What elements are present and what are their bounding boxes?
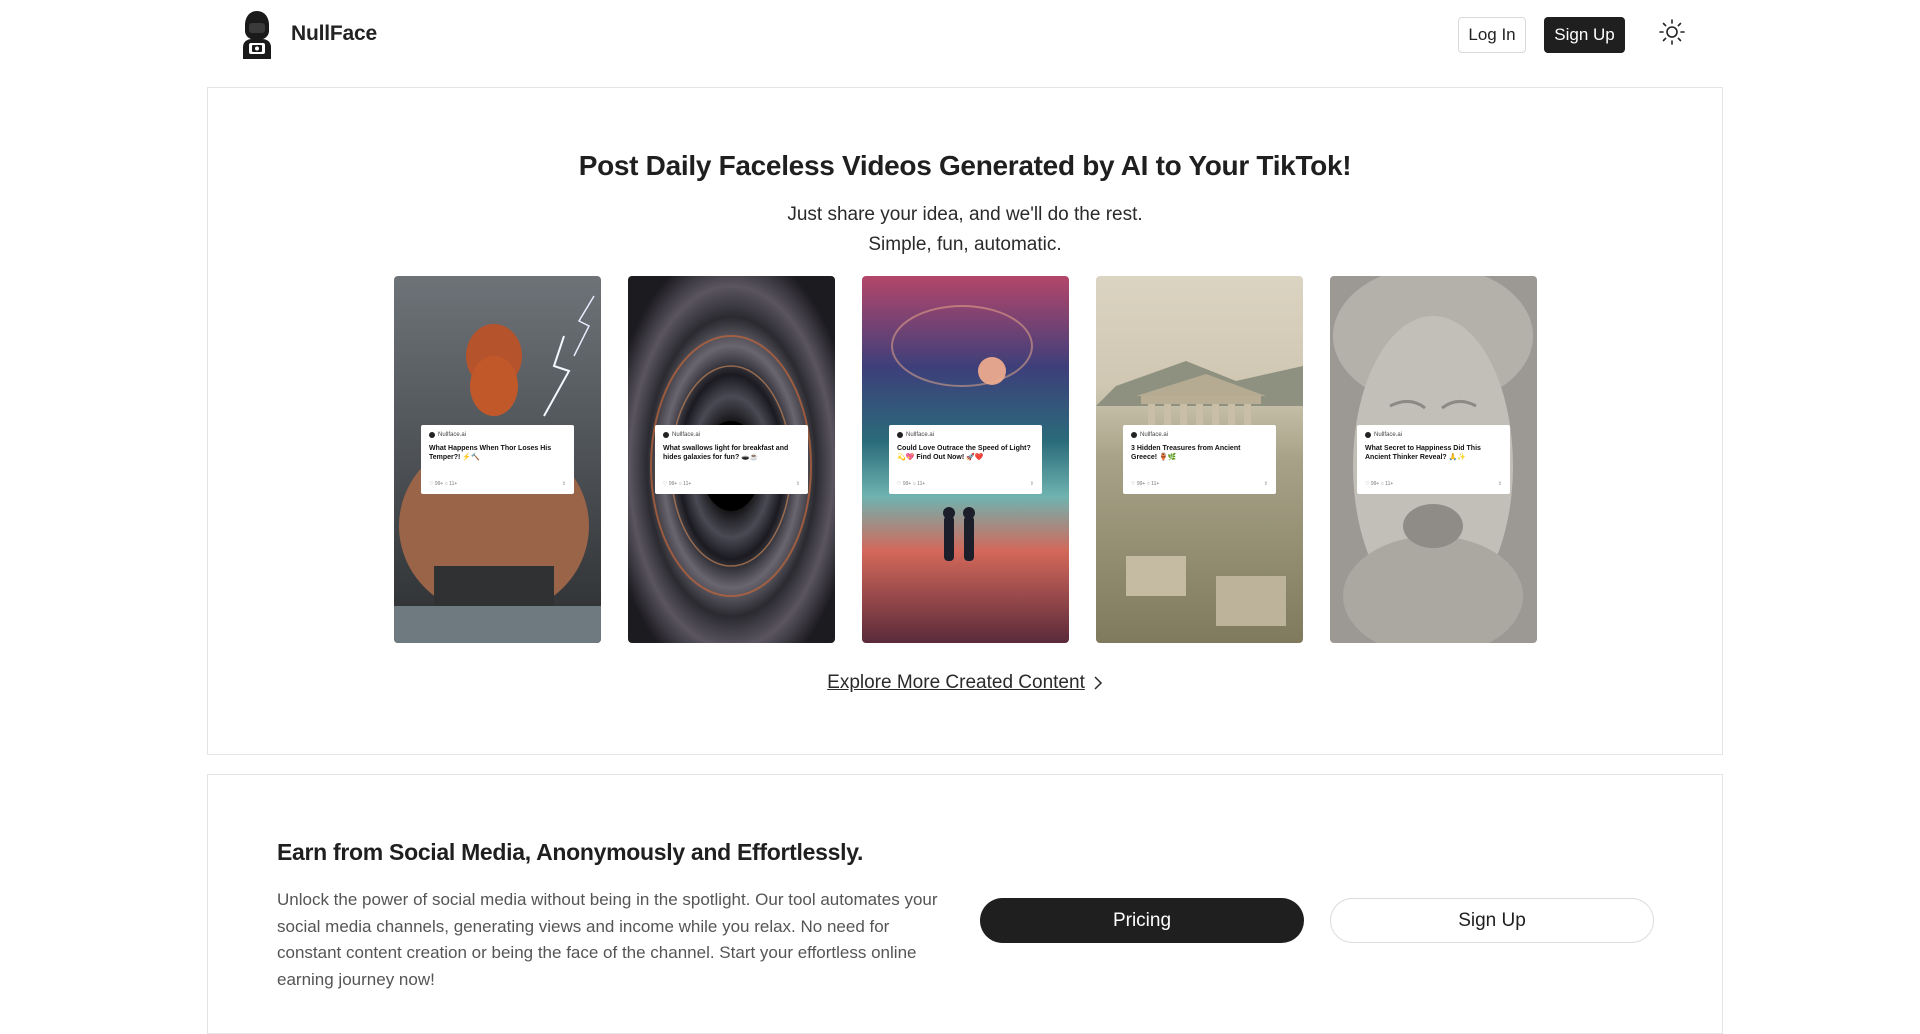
explore-more-label: Explore More Created Content [827,672,1085,693]
likes-count: 99+ [1370,481,1380,487]
channel-avatar-icon [429,432,435,438]
heart-icon: ♡ [429,481,434,487]
caption-source: Nullface.ai [1140,432,1169,438]
explore-section: Explore More Created Content [208,672,1722,694]
video-caption-card: Nullface.ai What Secret to Happiness Did… [1357,425,1510,494]
caption-stats: ♡ 99+ ○ 11+ ⇪ [1131,481,1268,487]
signup-button-cta[interactable]: Sign Up [1330,898,1654,943]
likes-count: 99+ [1136,481,1146,487]
chevron-right-icon [1094,676,1102,690]
video-thumbnail-statue[interactable]: Nullface.ai What Secret to Happiness Did… [1330,276,1537,643]
caption-text: 3 Hidden Treasures from Ancient Greece! … [1131,445,1241,461]
video-thumbnail-cosmos[interactable]: Nullface.ai Could Love Outrace the Speed… [862,276,1069,643]
video-caption-card: Nullface.ai Could Love Outrace the Speed… [889,425,1042,494]
channel-avatar-icon [897,432,903,438]
signup-button-header[interactable]: Sign Up [1544,17,1625,53]
heart-icon: ♡ [663,481,668,487]
hero-section: Post Daily Faceless Videos Generated by … [207,87,1723,755]
comments-count: 11+ [1385,481,1394,487]
video-thumbnail-blackhole[interactable]: Nullface.ai What swallows light for brea… [628,276,835,643]
heart-icon: ♡ [1131,481,1136,487]
video-thumbnail-greece[interactable]: Nullface.ai 3 Hidden Treasures from Anci… [1096,276,1303,643]
likes-count: 99+ [668,481,678,487]
channel-avatar-icon [1365,432,1371,438]
comments-count: 11+ [1151,481,1160,487]
login-button[interactable]: Log In [1458,17,1526,53]
comment-icon: ○ [444,481,448,487]
caption-source: Nullface.ai [1374,432,1403,438]
caption-stats: ♡ 99+ ○ 11+ ⇪ [897,481,1034,487]
share-icon: ⇪ [1263,481,1268,487]
caption-source: Nullface.ai [906,432,935,438]
channel-avatar-icon [1131,432,1137,438]
earn-title: Earn from Social Media, Anonymously and … [277,839,864,865]
sun-icon[interactable] [1658,18,1686,46]
caption-stats: ♡ 99+ ○ 11+ ⇪ [1365,481,1502,487]
comments-count: 11+ [449,481,458,487]
caption-stats: ♡ 99+ ○ 11+ ⇪ [429,481,566,487]
caption-text: Could Love Outrace the Speed of Light? 💫… [897,445,1031,461]
brand-link[interactable]: NullFace [237,9,377,59]
heart-icon: ♡ [1365,481,1370,487]
caption-text: What swallows light for breakfast and hi… [663,445,789,461]
hero-subtitle-line-2: Simple, fun, automatic. [868,234,1062,255]
comment-icon: ○ [1146,481,1150,487]
hooded-figure-logo-icon [243,11,271,59]
brand-name: NullFace [291,22,377,45]
video-caption-card: Nullface.ai What Happens When Thor Loses… [421,425,574,494]
hero-subtitle-line-1: Just share your idea, and we'll do the r… [787,204,1143,225]
comment-icon: ○ [1380,481,1384,487]
top-navbar: NullFace Log In Sign Up [0,0,1920,70]
heart-icon: ♡ [897,481,902,487]
comments-count: 11+ [683,481,692,487]
video-caption-card: Nullface.ai 3 Hidden Treasures from Anci… [1123,425,1276,494]
video-caption-card: Nullface.ai What swallows light for brea… [655,425,808,494]
share-icon: ⇪ [795,481,800,487]
earn-section: Earn from Social Media, Anonymously and … [207,774,1723,1034]
caption-source: Nullface.ai [672,432,701,438]
video-gallery: Nullface.ai What Happens When Thor Loses… [394,276,1537,643]
explore-more-link[interactable]: Explore More Created Content [827,672,1103,694]
comments-count: 11+ [917,481,926,487]
caption-text: What Happens When Thor Loses His Temper?… [429,445,552,461]
caption-text: What Secret to Happiness Did This Ancien… [1365,445,1481,461]
hero-title: Post Daily Faceless Videos Generated by … [578,150,1352,181]
video-thumbnail-thor[interactable]: Nullface.ai What Happens When Thor Loses… [394,276,601,643]
share-icon: ⇪ [1497,481,1502,487]
caption-stats: ♡ 99+ ○ 11+ ⇪ [663,481,800,487]
likes-count: 99+ [434,481,444,487]
share-icon: ⇪ [561,481,566,487]
pricing-button[interactable]: Pricing [980,898,1304,943]
hero-subtitle: Just share your idea, and we'll do the r… [208,200,1722,260]
comment-icon: ○ [912,481,916,487]
channel-avatar-icon [663,432,669,438]
caption-source: Nullface.ai [438,432,467,438]
share-icon: ⇪ [1029,481,1034,487]
earn-description: Unlock the power of social media without… [277,890,938,989]
comment-icon: ○ [678,481,682,487]
likes-count: 99+ [902,481,912,487]
